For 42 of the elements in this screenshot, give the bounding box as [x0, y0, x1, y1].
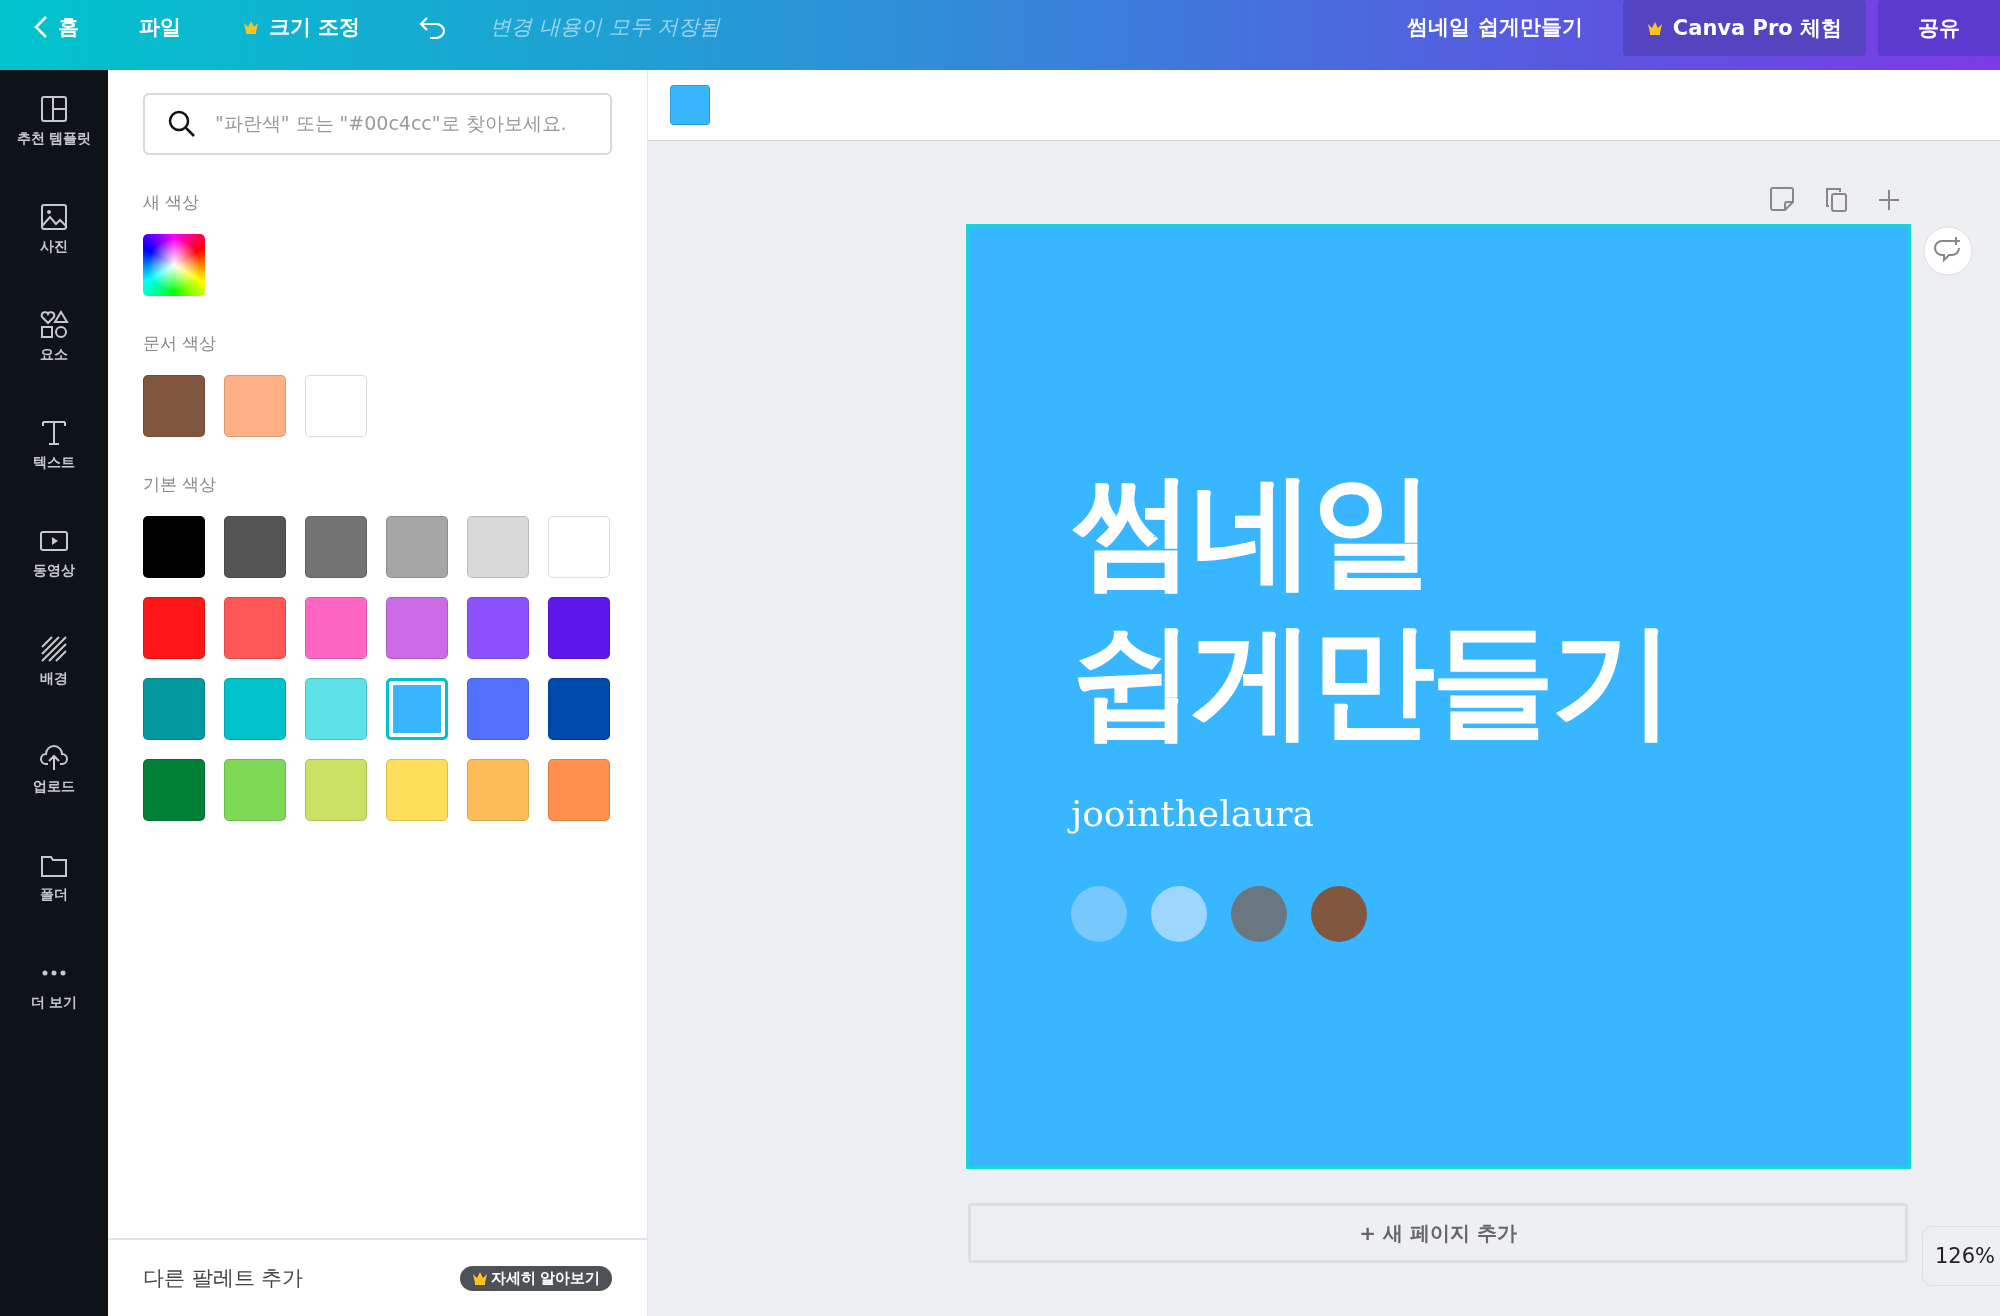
stripes-icon — [39, 634, 69, 664]
search-icon — [167, 109, 197, 139]
add-comment-icon[interactable] — [1922, 225, 1974, 277]
sidebar-item[interactable]: 사진 — [0, 196, 108, 304]
share-button[interactable]: 공유 — [1878, 0, 2000, 56]
save-status: 변경 내용이 모두 저장됨 — [490, 14, 721, 41]
template-icon — [39, 94, 69, 124]
sidebar-item[interactable]: 동영상 — [0, 520, 108, 628]
sidebar-item[interactable]: 배경 — [0, 628, 108, 736]
cloud-upload-icon — [39, 742, 69, 772]
crown-icon — [471, 1271, 488, 1285]
document-title[interactable]: 썸네일 쉽게만들기 — [1407, 13, 1583, 41]
search-placeholder: "파란색" 또는 "#00c4cc"로 찾아보세요. — [215, 111, 567, 136]
learn-more-badge[interactable]: 자세히 알아보기 — [459, 1265, 612, 1291]
plus-icon[interactable] — [1877, 188, 1901, 212]
shapes-icon — [39, 310, 69, 340]
sidebar-item[interactable]: 더 보기 — [0, 952, 108, 1060]
sidebar-item[interactable]: 요소 — [0, 304, 108, 412]
zoom-level-button[interactable]: 126% — [1922, 1226, 2000, 1286]
sidebar-item[interactable]: 폴더 — [0, 844, 108, 952]
design-title: 썸네일 — [1071, 457, 1432, 604]
back-chevron-icon — [34, 15, 48, 39]
sidebar-item[interactable]: 추천 템플릿 — [0, 88, 108, 196]
add-palette-label: 다른 팔레트 추가 — [143, 1265, 304, 1292]
section-heading: 새 색상 — [143, 191, 201, 214]
sidebar-item[interactable]: 텍스트 — [0, 412, 108, 520]
sidebar-item[interactable]: 업로드 — [0, 736, 108, 844]
color-swatch-button[interactable] — [670, 85, 710, 125]
design-title: 쉽게만들기 — [1071, 607, 1672, 754]
rainbow-color-picker[interactable] — [143, 234, 205, 296]
note-icon[interactable] — [1769, 186, 1795, 212]
section-heading: 문서 색상 — [143, 332, 218, 355]
pro-trial-button[interactable]: Canva Pro 체험 — [1622, 0, 1866, 56]
crown-icon — [1646, 21, 1663, 35]
more-dots-icon — [42, 970, 66, 976]
crown-icon — [243, 20, 259, 34]
copy-icon[interactable] — [1823, 186, 1849, 212]
text-icon — [39, 418, 69, 448]
add-page-button[interactable]: + 새 페이지 추가 — [968, 1203, 1908, 1263]
color-swatch[interactable] — [386, 678, 448, 740]
section-heading: 기본 색상 — [143, 473, 218, 496]
photo-icon — [39, 202, 69, 232]
